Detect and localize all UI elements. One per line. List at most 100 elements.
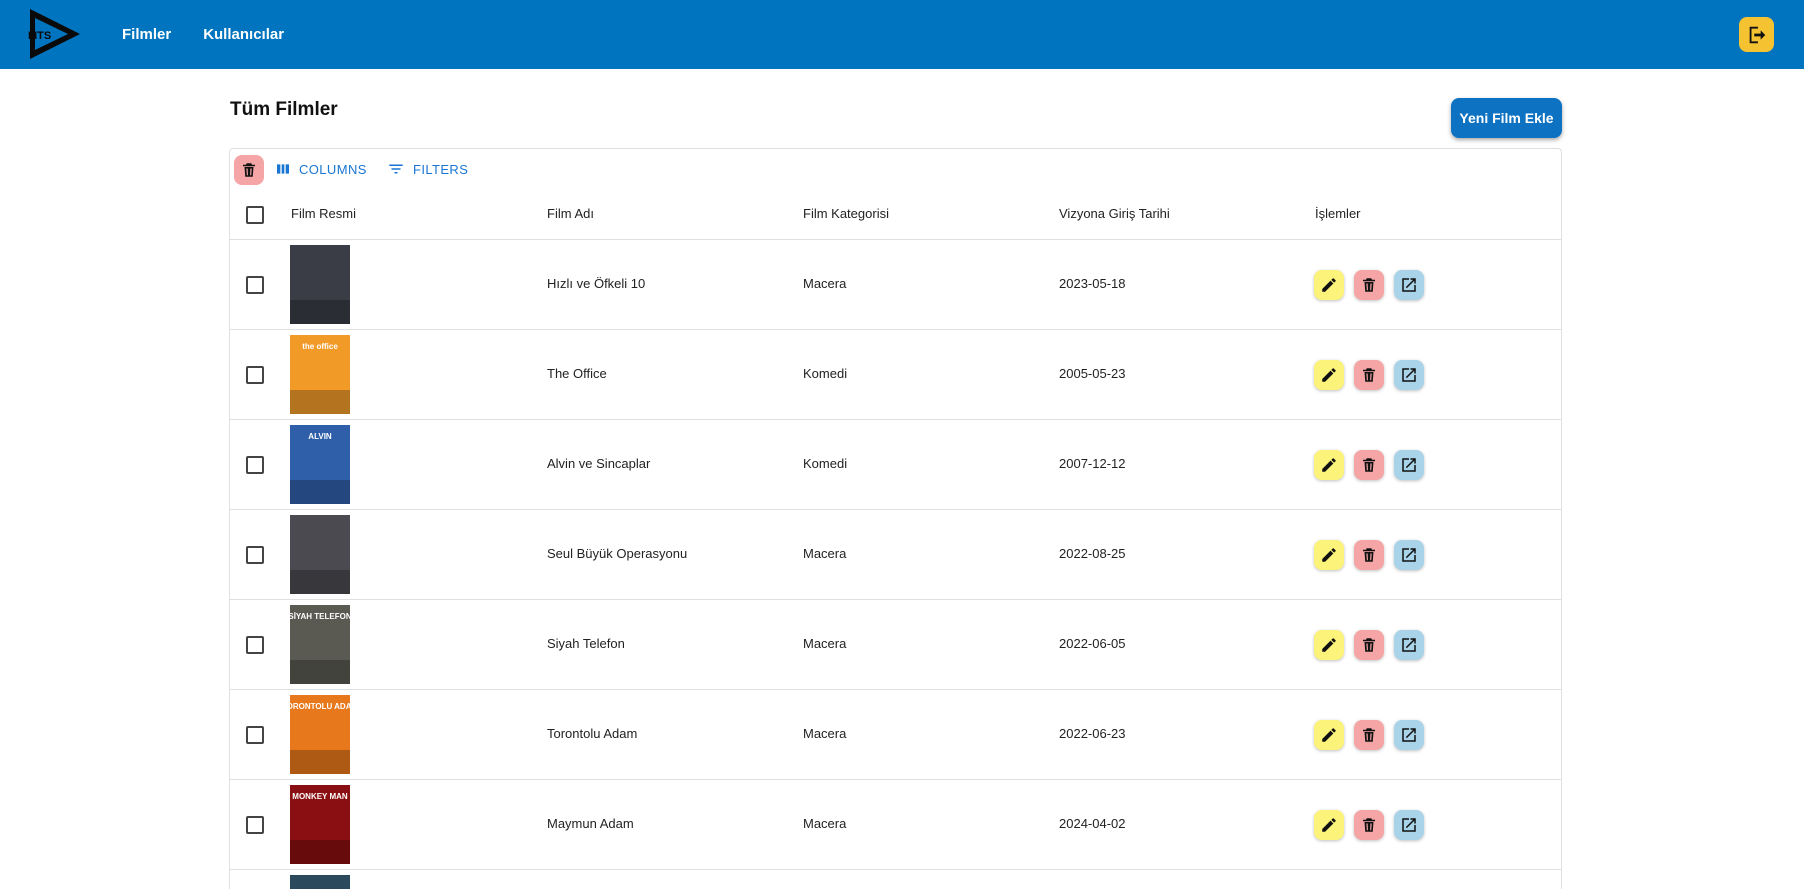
film-name: Seul Büyük Operasyonu [547,546,688,561]
poster-text: TORONTOLU ADAM [290,702,350,711]
edit-button[interactable] [1314,450,1344,480]
film-category: Macera [803,276,847,291]
nav-filmler[interactable]: Filmler [122,26,171,43]
row-actions [1314,630,1424,660]
row-actions [1314,270,1424,300]
grid-toolbar: COLUMNS FILTERS [230,149,1561,189]
open-detail-button[interactable] [1394,810,1424,840]
film-poster: the office [290,335,350,414]
film-release-date: 2022-06-23 [1059,726,1126,741]
trash-icon [1363,458,1375,472]
column-header-category[interactable]: Film Kategorisi [803,206,889,221]
page-title: Tüm Filmler [230,99,338,120]
film-poster: MONKEY MAN [290,785,350,864]
film-name: The Office [547,366,607,381]
film-release-date: 2007-12-12 [1059,456,1126,471]
poster-text: SİYAH TELEFON [290,612,350,621]
trash-icon [1363,728,1375,742]
delete-button[interactable] [1354,450,1384,480]
delete-button[interactable] [1354,630,1384,660]
delete-button[interactable] [1354,540,1384,570]
table-header-row: Film Resmi Film Adı Film Kategorisi Vizy… [230,189,1561,240]
table-row[interactable]: SİYAH TELEFON Siyah Telefon Macera 2022-06-… [230,600,1561,690]
app-logo[interactable]: MTS [26,6,84,62]
filters-label: FILTERS [413,161,469,177]
edit-button[interactable] [1314,540,1344,570]
column-header-image[interactable]: Film Resmi [291,206,356,221]
open-detail-button[interactable] [1394,720,1424,750]
row-checkbox[interactable] [246,816,264,834]
add-film-button[interactable]: Yeni Film Ekle [1451,98,1562,138]
row-checkbox[interactable] [246,276,264,294]
row-actions [1314,810,1424,840]
table-row[interactable]: TORONTOLU ADAM Torontolu Adam Macera 2022-0… [230,690,1561,780]
row-actions [1314,720,1424,750]
film-poster-image: MONKEY MAN [290,785,350,864]
open-detail-button[interactable] [1394,270,1424,300]
trash-icon [1363,818,1375,832]
row-checkbox[interactable] [246,456,264,474]
edit-button[interactable] [1314,630,1344,660]
open-in-new-icon [1402,278,1416,292]
table-row-partial [230,870,1561,889]
film-poster-image [290,515,350,594]
edit-button[interactable] [1314,810,1344,840]
films-grid: COLUMNS FILTERS Film Resmi Film Adı Film… [229,148,1562,889]
row-checkbox[interactable] [246,366,264,384]
delete-button[interactable] [1354,360,1384,390]
open-detail-button[interactable] [1394,450,1424,480]
select-all-checkbox[interactable] [246,206,264,224]
film-release-date: 2022-08-25 [1059,546,1126,561]
top-navbar: MTS Filmler Kullanıcılar [0,0,1804,69]
edit-icon [1322,368,1336,382]
columns-button[interactable]: COLUMNS [275,158,367,180]
delete-button[interactable] [1354,810,1384,840]
film-category: Komedi [803,456,848,471]
film-poster-image: TORONTOLU ADAM [290,695,350,774]
trash-icon [243,163,255,177]
row-checkbox[interactable] [246,546,264,564]
delete-button[interactable] [1354,270,1384,300]
edit-icon [1322,548,1336,562]
table-row[interactable]: Seul Büyük Operasyonu Macera 2022-08-25 [230,510,1561,600]
open-detail-button[interactable] [1394,540,1424,570]
column-header-date[interactable]: Vizyona Giriş Tarihi [1059,206,1170,221]
columns-label: COLUMNS [299,161,367,177]
edit-button[interactable] [1314,270,1344,300]
column-header-name[interactable]: Film Adı [547,206,594,221]
table-row[interactable]: MONKEY MAN Maymun Adam Macera 2024-04-02 [230,780,1561,870]
delete-button[interactable] [1354,720,1384,750]
bulk-delete-button[interactable] [234,155,264,185]
table-row[interactable]: the office The Office Komedi 2005-05-23 [230,330,1561,420]
logout-button[interactable] [1739,17,1774,52]
trash-icon [1363,548,1375,562]
film-release-date: 2022-06-05 [1059,636,1126,651]
edit-icon [1322,638,1336,652]
film-poster-image: ALVIN [290,425,350,504]
edit-icon [1322,278,1336,292]
edit-icon [1322,818,1336,832]
film-name: Torontolu Adam [547,726,638,741]
row-checkbox[interactable] [246,726,264,744]
film-release-date: 2005-05-23 [1059,366,1126,381]
open-in-new-icon [1402,818,1416,832]
film-category: Macera [803,816,847,831]
film-poster: ALVIN [290,425,350,504]
film-release-date: 2024-04-02 [1059,816,1126,831]
edit-button[interactable] [1314,360,1344,390]
open-detail-button[interactable] [1394,630,1424,660]
edit-icon [1322,728,1336,742]
film-category: Macera [803,546,847,561]
nav-kullanicilar[interactable]: Kullanıcılar [203,26,284,43]
film-poster: SİYAH TELEFON [290,605,350,684]
film-poster: TORONTOLU ADAM [290,695,350,774]
open-detail-button[interactable] [1394,360,1424,390]
row-actions [1314,540,1424,570]
table-row[interactable]: ALVIN Alvin ve Sincaplar Komedi 2007-12-12 [230,420,1561,510]
filters-button[interactable]: FILTERS [387,158,468,180]
film-poster-image: the office [290,335,350,414]
logo-text: MTS [28,30,51,42]
table-row[interactable]: Hızlı ve Öfkeli 10 Macera 2023-05-18 [230,240,1561,330]
edit-button[interactable] [1314,720,1344,750]
row-checkbox[interactable] [246,636,264,654]
